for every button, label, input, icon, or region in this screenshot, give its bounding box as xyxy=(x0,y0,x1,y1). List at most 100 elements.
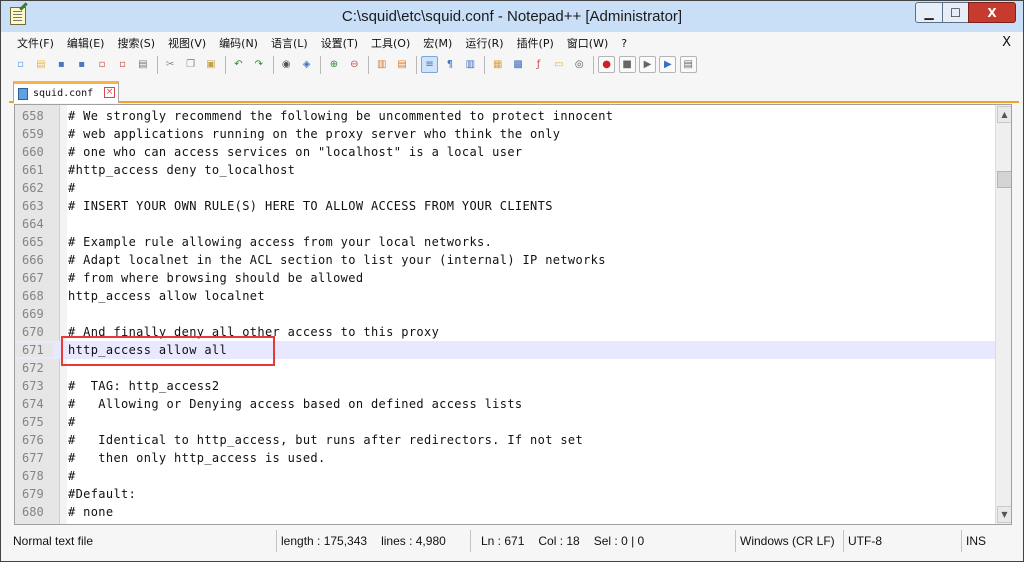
editor-area[interactable]: 658 # We strongly recommend the following… xyxy=(14,104,1012,525)
line-text[interactable]: # INSERT YOUR OWN RULE(S) HERE TO ALLOW … xyxy=(68,199,553,213)
paste-icon[interactable]: ▣ xyxy=(203,56,220,73)
editor-line[interactable]: 663 # INSERT YOUR OWN RULE(S) HERE TO ALL… xyxy=(15,197,995,215)
editor-line[interactable]: 674 # Allowing or Denying access based on… xyxy=(15,395,995,413)
tab-squid-conf[interactable]: squid.conf × xyxy=(13,81,119,103)
editor-line[interactable]: 672 xyxy=(15,359,995,377)
record-macro-icon[interactable]: ● xyxy=(598,56,616,73)
close-icon[interactable]: ▫ xyxy=(94,56,111,73)
find-icon[interactable]: ◉ xyxy=(278,56,295,73)
line-text[interactable]: # none xyxy=(68,505,113,519)
menu-item-1[interactable]: 编辑(E) xyxy=(59,35,110,51)
vertical-scrollbar[interactable]: ▲ ▼ xyxy=(995,105,1011,524)
replace-icon[interactable]: ◈ xyxy=(298,56,315,73)
indent-guide-icon[interactable]: ▥ xyxy=(462,56,479,73)
copy-icon[interactable]: ❐ xyxy=(182,56,199,73)
editor-line[interactable]: 662 # xyxy=(15,179,995,197)
close-document-button[interactable]: X xyxy=(1002,35,1011,50)
new-file-icon[interactable]: ▫ xyxy=(12,56,29,73)
menu-item-7[interactable]: 工具(O) xyxy=(363,35,415,51)
editor-line[interactable]: 678 # xyxy=(15,467,995,485)
editor-line[interactable]: 659 # web applications running on the pro… xyxy=(15,125,995,143)
title-bar[interactable]: C:\squid\etc\squid.conf - Notepad++ [Adm… xyxy=(1,1,1023,32)
tab-close-icon[interactable]: × xyxy=(104,87,115,98)
scrollbar-thumb[interactable] xyxy=(997,171,1011,188)
run-macro-multiple-icon[interactable]: ▶ xyxy=(659,56,677,73)
stop-macro-icon[interactable]: ■ xyxy=(618,56,636,73)
save-icon[interactable]: ▪ xyxy=(53,56,70,73)
editor-line[interactable]: 681 xyxy=(15,521,995,524)
udl-icon[interactable]: ▦ xyxy=(489,56,506,73)
status-insert-mode[interactable]: INS xyxy=(962,530,1019,552)
menu-item-8[interactable]: 宏(M) xyxy=(415,35,457,51)
line-text[interactable]: # TAG: http_access2 xyxy=(68,379,220,393)
editor-line[interactable]: 676 # Identical to http_access, but runs … xyxy=(15,431,995,449)
cut-icon[interactable]: ✂ xyxy=(162,56,179,73)
editor-line[interactable]: 665 # Example rule allowing access from y… xyxy=(15,233,995,251)
line-text[interactable]: # then only http_access is used. xyxy=(68,451,326,465)
monitoring-icon[interactable]: ◎ xyxy=(571,56,588,73)
editor-line[interactable]: 664 xyxy=(15,215,995,233)
editor-line[interactable]: 669 xyxy=(15,305,995,323)
redo-icon[interactable]: ↷ xyxy=(250,56,267,73)
editor-line[interactable]: 673 # TAG: http_access2 xyxy=(15,377,995,395)
maximize-button[interactable]: ☐ xyxy=(942,2,969,23)
menu-item-12[interactable]: ? xyxy=(613,37,632,50)
menu-item-3[interactable]: 视图(V) xyxy=(160,35,211,51)
function-list-icon[interactable]: ƒ xyxy=(530,56,547,73)
open-file-icon[interactable]: ▤ xyxy=(32,56,49,73)
status-eol[interactable]: Windows (CR LF) xyxy=(736,530,844,552)
menu-item-0[interactable]: 文件(F) xyxy=(9,35,59,51)
editor-line[interactable]: 666 # Adapt localnet in the ACL section t… xyxy=(15,251,995,269)
zoom-out-icon[interactable]: ⊖ xyxy=(346,56,363,73)
play-macro-icon[interactable]: ▶ xyxy=(638,56,656,73)
menu-item-2[interactable]: 搜索(S) xyxy=(109,35,160,51)
editor-line[interactable]: 667 # from where browsing should be allow… xyxy=(15,269,995,287)
editor-line[interactable]: 658 # We strongly recommend the following… xyxy=(15,107,995,125)
save-macro-icon[interactable]: ▤ xyxy=(679,56,697,73)
close-window-button[interactable]: X xyxy=(968,2,1016,23)
menu-item-5[interactable]: 语言(L) xyxy=(263,35,313,51)
editor-line[interactable]: 675 # xyxy=(15,413,995,431)
line-text[interactable]: # xyxy=(68,181,76,195)
menu-item-4[interactable]: 编码(N) xyxy=(211,35,263,51)
line-text[interactable]: http_access allow localnet xyxy=(68,289,265,303)
undo-icon[interactable]: ↶ xyxy=(230,56,247,73)
line-text[interactable]: # xyxy=(68,415,76,429)
editor-line[interactable]: 660 # one who can access services on "loc… xyxy=(15,143,995,161)
line-text[interactable]: #http_access deny to_localhost xyxy=(68,163,295,177)
sync-horizontal-icon[interactable]: ▤ xyxy=(394,56,411,73)
line-text[interactable]: # Adapt localnet in the ACL section to l… xyxy=(68,253,606,267)
line-text[interactable]: # xyxy=(68,469,76,483)
zoom-in-icon[interactable]: ⊕ xyxy=(325,56,342,73)
editor-line[interactable]: 661 #http_access deny to_localhost xyxy=(15,161,995,179)
editor-line[interactable]: 668 http_access allow localnet xyxy=(15,287,995,305)
editor-lines[interactable]: 658 # We strongly recommend the following… xyxy=(15,107,995,524)
line-text[interactable]: # Allowing or Denying access based on de… xyxy=(68,397,522,411)
doc-map-icon[interactable]: ▩ xyxy=(510,56,527,73)
line-text[interactable]: #Default: xyxy=(68,487,136,501)
word-wrap-icon[interactable]: ≡ xyxy=(421,56,439,73)
minimize-button[interactable]: ▁ xyxy=(915,2,943,23)
scroll-down-icon[interactable]: ▼ xyxy=(997,506,1011,523)
menu-item-10[interactable]: 插件(P) xyxy=(509,35,559,51)
menu-item-6[interactable]: 设置(T) xyxy=(313,35,363,51)
line-text[interactable]: http_access allow all xyxy=(68,343,227,357)
editor-line[interactable]: 677 # then only http_access is used. xyxy=(15,449,995,467)
show-all-chars-icon[interactable]: ¶ xyxy=(441,56,458,73)
menu-item-9[interactable]: 运行(R) xyxy=(457,35,508,51)
print-icon[interactable]: ▤ xyxy=(134,56,151,73)
close-all-icon[interactable]: ▫ xyxy=(114,56,131,73)
status-encoding[interactable]: UTF-8 xyxy=(844,530,962,552)
line-text[interactable]: # one who can access services on "localh… xyxy=(68,145,522,159)
folder-workspace-icon[interactable]: ▭ xyxy=(550,56,567,73)
line-text[interactable]: # Identical to http_access, but runs aft… xyxy=(68,433,583,447)
editor-line[interactable]: 679 #Default: xyxy=(15,485,995,503)
editor-line[interactable]: 680 # none xyxy=(15,503,995,521)
line-text[interactable]: # web applications running on the proxy … xyxy=(68,127,560,141)
editor-line[interactable]: 671 http_access allow all xyxy=(15,341,995,359)
editor-line[interactable]: 670 # And finally deny all other access t… xyxy=(15,323,995,341)
sync-vertical-icon[interactable]: ▥ xyxy=(373,56,390,73)
line-text[interactable]: # from where browsing should be allowed xyxy=(68,271,363,285)
menu-item-11[interactable]: 窗口(W) xyxy=(559,35,613,51)
line-text[interactable]: # We strongly recommend the following be… xyxy=(68,109,613,123)
